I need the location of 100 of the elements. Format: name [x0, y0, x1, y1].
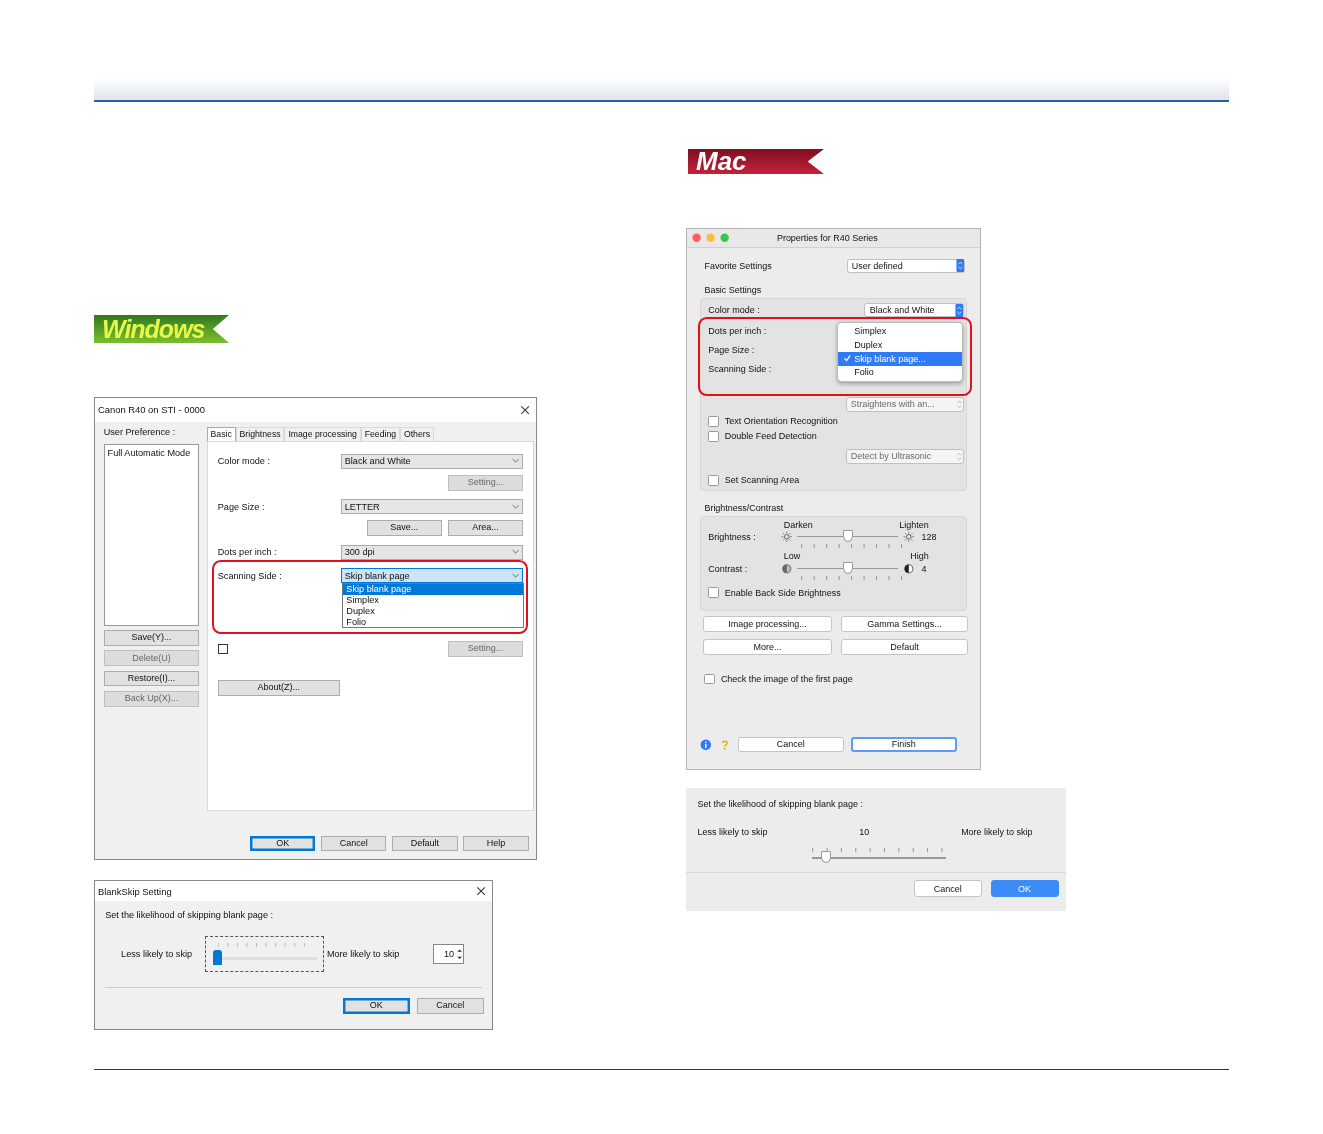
- menu-option[interactable]: Duplex: [838, 338, 962, 352]
- checkbox-label: Text Orientation Recognition: [724, 416, 838, 427]
- slider-label: Contrast :: [708, 563, 749, 574]
- dropdown[interactable]: LETTER: [340, 499, 524, 515]
- push-button[interactable]: Gamma Settings...: [840, 615, 969, 632]
- slider-value: 4: [921, 563, 927, 574]
- tab[interactable]: Feeding: [360, 426, 401, 442]
- checkbox-label: Check the image of the first page: [720, 673, 853, 684]
- menu-option[interactable]: Simplex: [838, 324, 962, 338]
- number-field[interactable]: 10: [432, 944, 464, 964]
- dropdown[interactable]: 300 dpi: [340, 544, 524, 560]
- checkbox[interactable]: [708, 431, 719, 442]
- checkbox[interactable]: [708, 475, 719, 486]
- stepper-icon: [954, 303, 964, 317]
- max-label: Lighten: [899, 519, 929, 530]
- dialog-button[interactable]: Cancel: [416, 997, 484, 1014]
- tab[interactable]: Brightness: [235, 426, 285, 442]
- field-label: Page Size :: [708, 345, 755, 357]
- field-label: Color mode :: [708, 305, 760, 316]
- popup-menu[interactable]: User defined: [846, 258, 966, 274]
- dropdown-option[interactable]: Simplex: [343, 594, 524, 606]
- chevron-down-icon: [512, 503, 520, 510]
- checkbox-label: Enable Back Side Brightness: [724, 587, 841, 598]
- push-button[interactable]: Finish: [850, 736, 957, 753]
- max-label: High: [910, 551, 929, 562]
- close-icon[interactable]: [476, 886, 487, 897]
- preference-label: User Preference :: [103, 426, 177, 437]
- chevron-down-icon: [512, 458, 520, 465]
- field-label: Dots per inch :: [708, 326, 767, 338]
- dropdown[interactable]: Skip blank page: [340, 568, 524, 584]
- contrast-icon: [780, 562, 793, 575]
- dialog-button[interactable]: Default: [392, 835, 458, 852]
- dialog-title: Properties for R40 Series: [776, 233, 878, 244]
- prompt-text: Set the likelihood of skipping blank page :: [105, 910, 275, 920]
- slider-thumb[interactable]: [843, 562, 854, 574]
- sun-icon: [780, 530, 793, 543]
- checkbox[interactable]: [217, 643, 229, 655]
- dialog-button[interactable]: Help: [463, 835, 529, 852]
- dialog-button[interactable]: OK: [250, 835, 316, 852]
- slider-value: 128: [921, 531, 937, 542]
- prompt-text: Set the likelihood of skipping blank page :: [697, 799, 864, 810]
- field-button[interactable]: Area...: [447, 520, 524, 536]
- tab[interactable]: Image processing: [284, 426, 361, 442]
- field-label: Dots per inch :: [217, 547, 278, 558]
- field-label: Favorite Settings: [704, 260, 772, 271]
- menu-option[interactable]: Folio: [838, 365, 962, 380]
- slider-thumb[interactable]: [821, 851, 832, 863]
- slider-value: 10: [859, 826, 870, 837]
- dropdown-option[interactable]: Folio: [343, 616, 524, 628]
- os-banner: Windows: [94, 315, 229, 343]
- dialog-button[interactable]: Cancel: [321, 835, 387, 852]
- dialog-title: BlankSkip Setting: [97, 885, 172, 897]
- push-button[interactable]: Cancel: [913, 879, 982, 898]
- tab[interactable]: Basic: [206, 426, 236, 442]
- push-button[interactable]: Image processing...: [702, 615, 832, 632]
- sun-icon: [902, 530, 915, 543]
- dropdown-option[interactable]: Duplex: [343, 605, 524, 617]
- dialog-title: Canon R40 on STI - 0000: [97, 404, 206, 416]
- close-icon[interactable]: [519, 404, 530, 416]
- min-label: Darken: [783, 519, 813, 530]
- dialog-button[interactable]: OK: [343, 997, 410, 1014]
- tab[interactable]: Others: [400, 426, 434, 442]
- dropdown-option[interactable]: Skip blank page: [343, 583, 524, 595]
- checkbox[interactable]: [708, 416, 719, 427]
- min-label: Less likely to skip: [121, 949, 193, 960]
- field-label: Scanning Side :: [217, 570, 283, 581]
- dropdown[interactable]: Black and White: [340, 453, 524, 469]
- checkbox-label: Set Scanning Area: [724, 475, 800, 486]
- popup-menu[interactable]: Black and White: [864, 302, 965, 318]
- slider-label: Brightness :: [708, 531, 757, 542]
- push-button[interactable]: Cancel: [737, 736, 844, 753]
- checkbox-label: Double Feed Detection: [724, 431, 817, 442]
- info-icon[interactable]: [700, 738, 712, 751]
- contrast-icon: [902, 562, 915, 575]
- about-button[interactable]: About(Z)...: [217, 680, 340, 696]
- min-label: Less likely to skip: [697, 826, 768, 837]
- section-heading: Basic Settings: [704, 284, 763, 295]
- field-button[interactable]: Save...: [366, 520, 442, 536]
- menu-option[interactable]: Skip blank page...: [838, 351, 962, 366]
- push-button[interactable]: More...: [702, 638, 832, 655]
- preference-button[interactable]: Restore(I)...: [103, 670, 200, 687]
- preference-button[interactable]: Save(Y)...: [103, 630, 200, 646]
- chevron-down-icon: [512, 549, 520, 556]
- checkbox[interactable]: [704, 673, 716, 685]
- list-item[interactable]: Full Automatic Mode: [107, 447, 196, 458]
- field-label: Page Size :: [217, 501, 266, 512]
- chevron-down-icon: [512, 573, 520, 579]
- stepper-icon: [955, 259, 965, 273]
- slider-thumb[interactable]: [843, 530, 854, 542]
- checkbox[interactable]: [708, 587, 719, 598]
- max-label: More likely to skip: [961, 826, 1033, 837]
- check-icon: [842, 354, 852, 363]
- field-label: Color mode :: [217, 456, 271, 467]
- slider-thumb[interactable]: [213, 950, 223, 965]
- section-heading: Brightness/Contrast: [704, 502, 785, 513]
- push-button[interactable]: Default: [840, 638, 969, 655]
- max-label: More likely to skip: [326, 949, 400, 960]
- os-banner: Mac: [688, 149, 824, 174]
- min-label: Low: [783, 551, 801, 562]
- field-label: Scanning Side :: [708, 363, 772, 376]
